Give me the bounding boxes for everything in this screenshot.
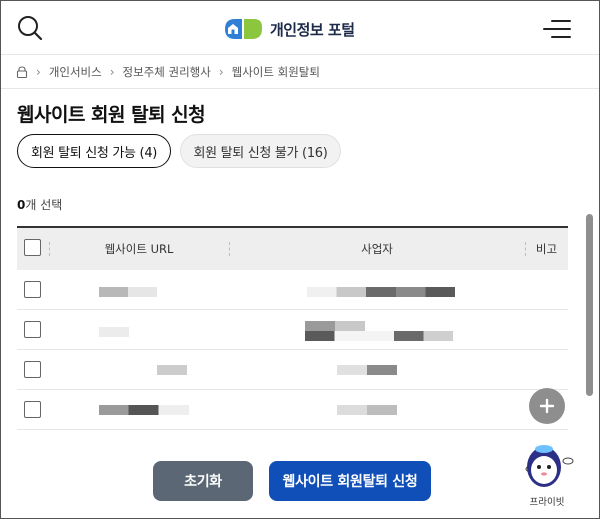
home-lock-icon[interactable] <box>16 66 28 78</box>
chevron-right-icon: › <box>218 65 224 79</box>
selection-count-suffix: 개 선택 <box>25 198 63 212</box>
plus-icon <box>539 398 555 414</box>
logo-mark-icon <box>225 19 262 39</box>
search-button[interactable] <box>15 13 45 43</box>
row-checkbox[interactable] <box>24 321 41 338</box>
column-header-note: 비고 <box>535 242 558 256</box>
website-table: 웹사이트 URL 사업자 비고 <box>17 226 568 430</box>
selection-count: 0개 선택 <box>17 196 62 213</box>
reset-button[interactable]: 초기화 <box>153 461 253 501</box>
site-logo[interactable]: 개인정보 포털 <box>222 15 355 43</box>
column-header-business: 사업자 <box>361 242 393 256</box>
row-checkbox[interactable] <box>24 361 41 378</box>
mascot-label: 프라이빗 <box>529 497 565 508</box>
chevron-right-icon: › <box>36 65 41 79</box>
chatbot-mascot[interactable] <box>520 441 578 491</box>
logo-text: 개인정보 포털 <box>270 20 355 39</box>
breadcrumb-divider <box>1 88 599 89</box>
redacted-url <box>99 327 129 337</box>
mascot-icon <box>525 445 574 487</box>
redacted-url <box>99 287 157 297</box>
table-row <box>17 270 568 310</box>
site-header: 개인정보 포털 <box>1 1 599 55</box>
scrollbar-thumb[interactable] <box>586 214 593 396</box>
redacted-business-2 <box>305 331 453 341</box>
tab-withdrawal-unavailable[interactable]: 회원 탈퇴 신청 불가 (16) <box>180 134 341 168</box>
select-all-checkbox[interactable] <box>24 239 41 256</box>
row-checkbox[interactable] <box>24 281 41 298</box>
redacted-business <box>337 405 397 415</box>
redacted-business <box>337 365 397 375</box>
breadcrumb: › 개인서비스 › 정보주체 권리행사 › 웹사이트 회원탈퇴 <box>16 62 320 82</box>
apply-withdrawal-button[interactable]: 웹사이트 회원탈퇴 신청 <box>269 461 431 501</box>
row-checkbox[interactable] <box>24 401 41 418</box>
hamburger-menu-icon <box>551 20 571 22</box>
add-button[interactable] <box>529 388 565 424</box>
table-row <box>17 310 568 350</box>
column-header-url: 웹사이트 URL <box>104 242 174 256</box>
menu-button[interactable] <box>543 19 571 41</box>
breadcrumb-item-withdrawal[interactable]: 웹사이트 회원탈퇴 <box>232 64 320 80</box>
search-icon <box>18 16 43 41</box>
page-title: 웹사이트 회원 탈퇴 신청 <box>17 104 206 126</box>
table-row <box>17 390 568 430</box>
table-header: 웹사이트 URL 사업자 비고 <box>17 226 568 270</box>
chevron-right-icon: › <box>109 65 115 79</box>
redacted-url <box>157 365 187 375</box>
table-row <box>17 350 568 390</box>
redacted-url <box>99 405 189 415</box>
breadcrumb-item-rights[interactable]: 정보주체 권리행사 <box>123 64 211 80</box>
redacted-business <box>305 321 365 331</box>
redacted-business <box>307 287 455 297</box>
tab-withdrawal-available[interactable]: 회원 탈퇴 신청 가능 (4) <box>17 134 171 168</box>
breadcrumb-item-personal-services[interactable]: 개인서비스 <box>49 64 102 80</box>
